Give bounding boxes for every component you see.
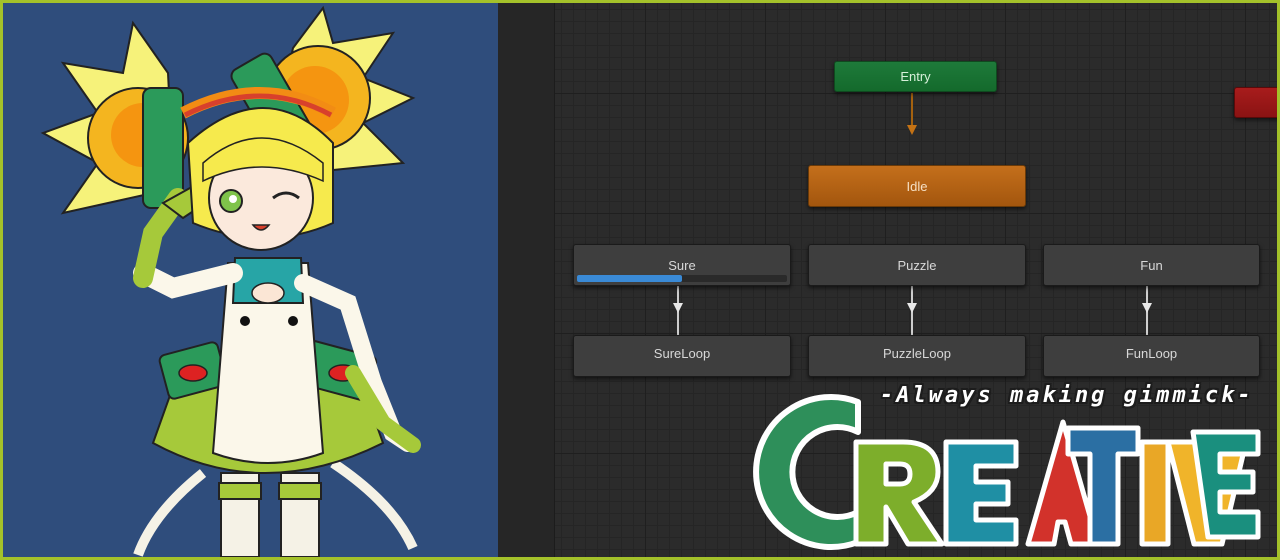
sure-state-label: Sure [668, 258, 696, 273]
puzzleloop-state-label: PuzzleLoop [883, 346, 951, 361]
puzzleloop-state-node[interactable]: PuzzleLoop [808, 335, 1026, 377]
fun-state-label: Fun [1140, 258, 1163, 273]
exit-state-label [1235, 88, 1277, 101]
sure-progress-bar [577, 275, 787, 282]
funloop-state-label: FunLoop [1125, 346, 1178, 361]
sureloop-state-label: SureLoop [653, 346, 711, 361]
sureloop-state-node[interactable]: SureLoop [573, 335, 791, 377]
animator-sidebar [498, 3, 555, 557]
transition-arrow-icon [673, 303, 683, 313]
transition-arrow-icon [907, 303, 917, 313]
puzzle-state-node[interactable]: Puzzle [808, 244, 1026, 286]
fun-state-node[interactable]: Fun [1043, 244, 1260, 286]
transition-arrow-icon [1142, 303, 1152, 313]
idle-state-node[interactable]: Idle [808, 165, 1026, 207]
entry-state-label: Entry [900, 69, 931, 84]
sure-state-node[interactable]: Sure [573, 244, 791, 286]
puzzle-state-label: Puzzle [897, 258, 937, 273]
sure-progress-fill [577, 275, 682, 282]
scene-viewport[interactable] [3, 3, 498, 557]
anime-character-saluting-icon [40, 5, 421, 557]
left-pigtail-icon [40, 20, 189, 215]
logo-tagline: -Always making gimmick- [880, 383, 1254, 408]
exit-state-node[interactable] [1234, 87, 1277, 118]
funloop-state-node[interactable]: FunLoop [1043, 335, 1260, 377]
transition-arrow-icon [907, 125, 917, 135]
idle-state-label: Idle [906, 179, 928, 194]
entry-state-node[interactable]: Entry [834, 61, 997, 92]
